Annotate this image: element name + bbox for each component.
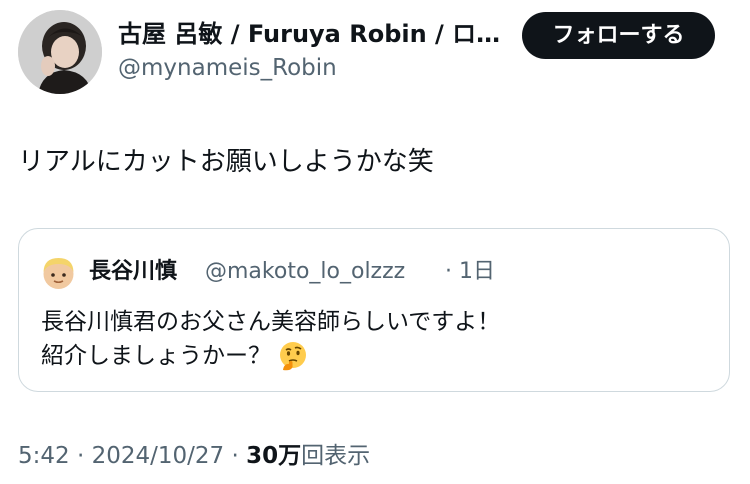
tweet-text: リアルにカットお願いしようかな笑	[18, 147, 434, 177]
avatar-photo-icon	[18, 10, 102, 94]
quoted-text-line2: 紹介しましょうかー？	[41, 343, 271, 369]
tweet-time[interactable]: 5:42	[18, 443, 70, 469]
author-avatar[interactable]	[18, 10, 102, 94]
quoted-author-handle[interactable]: @makoto_lo_olzzz	[205, 256, 405, 288]
quoted-text-line1: 長谷川慎君のお父さん美容師らしいですよ！	[41, 309, 501, 335]
tweet-date[interactable]: 2024/10/27	[92, 443, 225, 469]
author-handle[interactable]: @mynameis_Robin	[118, 53, 337, 83]
thinking-face-icon	[280, 342, 306, 371]
blond-person-emoji-icon	[43, 258, 74, 289]
follow-button[interactable]: フォローする	[522, 12, 715, 59]
quoted-separator: ·	[445, 259, 452, 284]
quoted-text-line2-row: 紹介しましょうかー？	[41, 339, 500, 373]
quoted-tweet[interactable]: 長谷川慎 @makoto_lo_olzzz · 1日 長谷川慎君のお父さん美容師…	[18, 228, 730, 392]
quoted-time[interactable]: 1日	[459, 256, 495, 288]
quoted-text: 長谷川慎君のお父さん美容師らしいですよ！ 紹介しましょうかー？	[41, 305, 500, 373]
tweet-meta: 5:42 · 2024/10/27 · 30万回表示	[18, 440, 370, 472]
meta-separator: ·	[76, 443, 85, 469]
meta-separator: ·	[231, 443, 239, 469]
views-label: 回表示	[301, 443, 371, 469]
quoted-author-avatar[interactable]	[40, 254, 77, 291]
quoted-author-name[interactable]: 長谷川慎	[89, 256, 177, 288]
author-display-name[interactable]: 古屋 呂敏 / Furuya Robin / ロ…	[118, 18, 510, 50]
views-count: 30万	[246, 443, 302, 469]
